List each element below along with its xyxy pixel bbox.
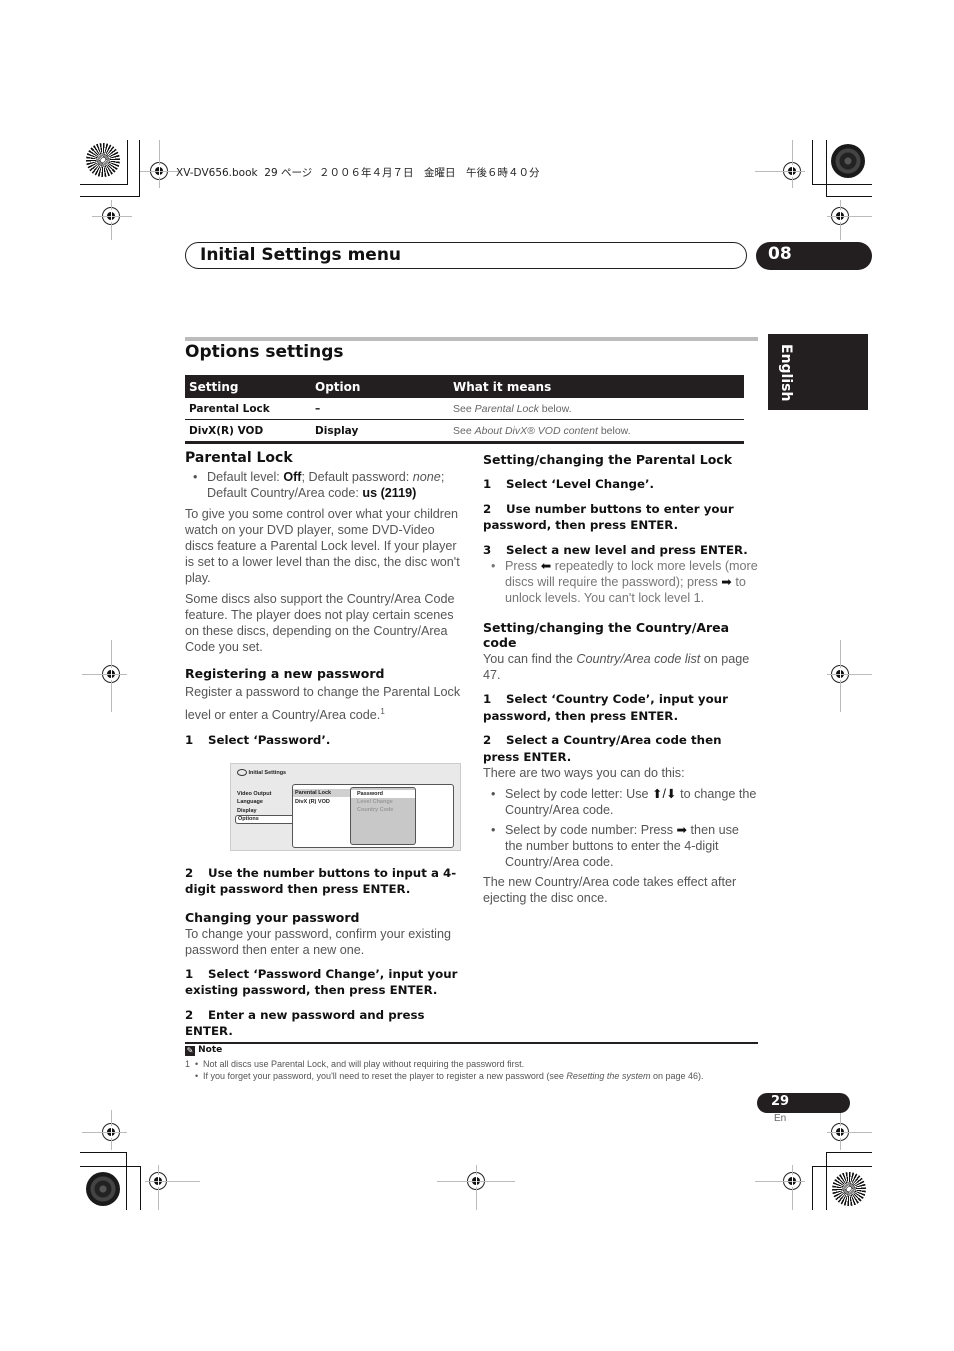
column-header: Option xyxy=(311,375,449,398)
section-rule xyxy=(185,337,758,341)
osd-menu-item[interactable]: Display xyxy=(237,807,271,816)
pencil-icon: ✎ xyxy=(185,1046,195,1056)
change-step-2: 2 Enter a new password and press ENTER. xyxy=(185,1007,425,1039)
level-step-3: 3 Select a new level and press ENTER. xyxy=(483,542,748,557)
chapter-number: 08 xyxy=(768,244,792,264)
osd-menu-item[interactable]: Video Output xyxy=(237,790,271,799)
color-target-bottom-right xyxy=(832,1172,866,1206)
footnote-ref: 1 xyxy=(380,707,385,716)
table-header-row: Setting Option What it means xyxy=(185,375,744,398)
right-arrow-icon: ➡ xyxy=(721,575,732,589)
options-table: Setting Option What it means Parental Lo… xyxy=(185,375,744,444)
up-down-arrow-icon: ⬆/⬇ xyxy=(652,787,677,801)
left-column: Parental Lock Default level: Off; Defaul… xyxy=(185,450,463,1040)
parental-lock-heading: Parental Lock xyxy=(185,450,293,466)
osd-menu-item[interactable]: Language xyxy=(237,798,271,807)
meaning-cell: See Parental Lock below. xyxy=(449,398,744,420)
defaults-bullet: Default level: Off; Default password: no… xyxy=(185,469,463,501)
table-row: Parental Lock – See Parental Lock below. xyxy=(185,398,744,420)
code-letter-bullet: Select by code letter: Use ⬆/⬇ to change… xyxy=(483,786,758,818)
parental-lock-setting-heading: Setting/changing the Parental Lock xyxy=(483,452,733,467)
osd-submenu-item[interactable]: DivX (R) VOD xyxy=(295,799,330,805)
register-step-1: 1 Select ‘Password’. xyxy=(185,733,331,748)
register-paragraph: Register a password to change the Parent… xyxy=(185,685,461,723)
setting-cell: DivX(R) VOD xyxy=(185,419,311,444)
osd-title: Initial Settings xyxy=(237,768,286,776)
initial-settings-screen: Initial Settings Video Output Language D… xyxy=(230,762,461,851)
level-step-1: 1 Select ‘Level Change’. xyxy=(483,477,654,491)
setting-cell: Parental Lock xyxy=(185,398,311,420)
page-number: 29 xyxy=(771,1094,790,1109)
country-step-1: 1 Select ‘Country Code’, input your passw… xyxy=(483,692,728,723)
color-target-bottom-left xyxy=(86,1172,120,1206)
language-tab-label: English xyxy=(778,344,794,402)
country-code-intro: You can find the Country/Area code list … xyxy=(483,652,750,682)
osd-submenu-panel: Parental Lock DivX (R) VOD Password Leve… xyxy=(292,783,454,848)
color-target-top-left xyxy=(86,143,120,177)
section-title: Options settings xyxy=(185,342,344,362)
language-tab: English xyxy=(768,334,868,410)
parental-lock-paragraph: To give you some control over what your … xyxy=(185,507,460,585)
left-arrow-icon: ⬅ xyxy=(540,559,552,573)
option-cell: – xyxy=(311,398,449,420)
osd-menu-item-selected[interactable]: Options xyxy=(235,814,292,824)
osd-submenu-item-selected[interactable]: Parental Lock xyxy=(293,788,351,797)
change-step-1: 1 Select ‘Password Change’, input your ex… xyxy=(185,966,458,998)
country-step-2: 2 Select a Country/Area code then press E… xyxy=(483,733,722,764)
page-number-badge: 29 xyxy=(757,1093,850,1113)
color-target-top-right xyxy=(831,144,865,178)
disc-icon xyxy=(237,768,247,776)
osd-option-disabled[interactable]: Country Code xyxy=(351,806,415,814)
change-password-heading: Changing your password xyxy=(185,909,360,925)
right-column: Setting/changing the Parental Lock 1 Sele… xyxy=(483,452,758,906)
two-ways-text: There are two ways you can do this: xyxy=(483,766,685,780)
osd-menu: Video Output Language Display xyxy=(237,790,271,816)
country-code-heading: Setting/changing the Country/Area code xyxy=(483,620,730,650)
osd-option-disabled[interactable]: Level Change xyxy=(351,798,415,806)
note-item: • If you forget your password, you'll nee… xyxy=(195,1071,704,1081)
note-item: 1 • Not all discs use Parental Lock, and w… xyxy=(185,1059,525,1069)
note-section: ✎ Note 1 • Not all discs use Parental Lock… xyxy=(185,1045,765,1082)
option-cell: Display xyxy=(311,419,449,444)
column-header: Setting xyxy=(185,375,311,398)
note-heading: ✎ Note xyxy=(185,1045,223,1056)
country-code-paragraph: Some discs also support the Country/Area… xyxy=(185,592,455,654)
meaning-cell: See About DivX® VOD content below. xyxy=(449,419,744,444)
column-header: What it means xyxy=(449,375,744,398)
change-password-paragraph: To change your password, confirm your ex… xyxy=(185,926,451,957)
register-step-2: 2 Use the number buttons to input a 4-dig… xyxy=(185,865,457,897)
level-bullet: Press ⬅ repeatedly to lock more levels (… xyxy=(483,558,758,606)
table-row: DivX(R) VOD Display See About DivX® VOD … xyxy=(185,419,744,444)
print-header: XV-DV656.book 29 ページ ２００６年４月７日 金曜日 午後６時４… xyxy=(176,167,540,179)
register-heading: Registering a new password xyxy=(185,666,385,681)
page-language: En xyxy=(774,1113,787,1124)
chapter-title-bar: Initial Settings menu xyxy=(185,242,747,269)
osd-options-panel: Password Level Change Country Code xyxy=(350,786,416,845)
note-rule xyxy=(185,1042,758,1044)
chapter-number-badge: 08 xyxy=(756,242,872,270)
level-step-2: 2 Use number buttons to enter your passwo… xyxy=(483,501,734,533)
closing-paragraph: The new Country/Area code takes effect a… xyxy=(483,875,737,905)
code-number-bullet: Select by code number: Press ➡ then use … xyxy=(483,822,758,870)
osd-option-selected[interactable]: Password xyxy=(351,789,415,798)
chapter-title: Initial Settings menu xyxy=(200,245,402,265)
right-arrow-icon: ➡ xyxy=(676,823,688,837)
